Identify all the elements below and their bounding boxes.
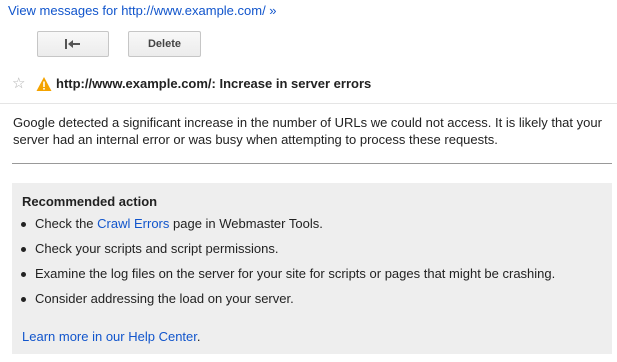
view-messages-link[interactable]: View messages for http://www.example.com… (8, 3, 277, 19)
bullet-icon (21, 272, 26, 277)
bullet-icon (21, 222, 26, 227)
list-item: Check your scripts and script permission… (12, 241, 555, 266)
divider (0, 103, 617, 104)
crawl-errors-link[interactable]: Crawl Errors (97, 216, 169, 231)
recommended-action-list: Check the Crawl Errors page in Webmaster… (12, 216, 555, 316)
recommended-action-box: Recommended action Check the Crawl Error… (12, 183, 612, 354)
bullet-icon (21, 297, 26, 302)
back-button[interactable] (37, 31, 109, 57)
list-item: Check the Crawl Errors page in Webmaster… (12, 216, 555, 241)
message-title-row: ☆ http://www.example.com/: Increase in s… (12, 74, 371, 94)
delete-button[interactable]: Delete (128, 31, 201, 57)
divider (12, 163, 612, 164)
star-icon[interactable]: ☆ (12, 74, 30, 94)
bullet-icon (21, 247, 26, 252)
back-arrow-icon (65, 39, 80, 49)
warning-icon (36, 77, 52, 91)
help-center-line: Learn more in our Help Center. (22, 329, 201, 344)
recommended-action-heading: Recommended action (22, 194, 158, 209)
help-center-link[interactable]: Learn more in our Help Center (22, 329, 197, 344)
message-title: http://www.example.com/: Increase in ser… (56, 76, 372, 91)
list-item: Examine the log files on the server for … (12, 266, 555, 291)
message-description: Google detected a significant increase i… (13, 115, 602, 147)
list-item: Consider addressing the load on your ser… (12, 291, 555, 316)
